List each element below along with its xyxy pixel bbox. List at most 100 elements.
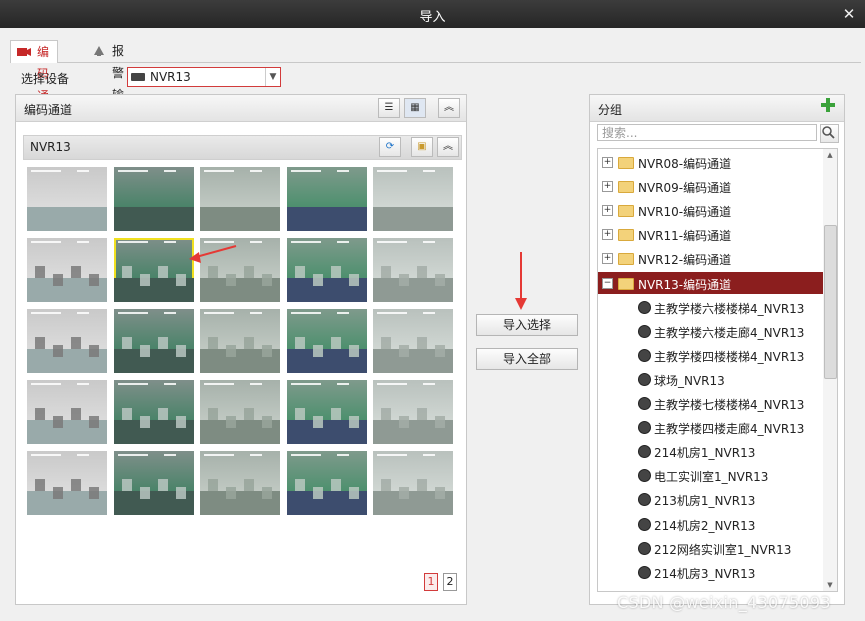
chevron-down-icon[interactable]: ▼ (265, 68, 280, 86)
thumbnail-figure (330, 337, 341, 349)
channel-thumbnail[interactable] (286, 309, 367, 373)
close-icon[interactable]: ✕ (839, 4, 859, 24)
thumbnail-camera-label (163, 241, 176, 243)
tree-camera-item[interactable]: 213机房1_NVR13 (598, 488, 824, 510)
thumbnail-camera-label (163, 312, 176, 314)
thumbnail-figure (417, 408, 427, 420)
tree-group[interactable]: + NVR10-编码通道 (598, 199, 824, 221)
channel-thumbnail[interactable] (27, 238, 107, 302)
channel-thumbnail[interactable] (113, 309, 194, 373)
camera-dome-icon (638, 541, 651, 555)
scroll-up-icon[interactable]: ▲ (823, 149, 837, 161)
thumbnail-figure (53, 416, 63, 428)
channel-thumbnail[interactable] (200, 451, 280, 515)
thumbnail-figure (208, 337, 218, 349)
expand-toggle-icon[interactable]: + (602, 181, 613, 193)
collapse-icon[interactable]: ︽ (438, 98, 460, 118)
group-search-input[interactable]: 搜索... (597, 124, 817, 141)
channel-thumbnail[interactable] (373, 451, 453, 515)
refresh-icon[interactable]: ⟳ (379, 137, 401, 157)
camera-dome-icon (638, 397, 651, 410)
tab-alarm-input[interactable]: 报警输入 (86, 40, 132, 124)
channel-thumbnail[interactable] (200, 380, 280, 444)
tree-group-expanded[interactable]: − NVR13-编码通道 (598, 271, 824, 294)
scrollbar-thumb[interactable] (824, 225, 837, 379)
camera-dome-icon (638, 421, 651, 435)
tree-camera-item[interactable]: 主教学楼六楼走廊4_NVR13 (598, 320, 824, 342)
channel-thumbnail[interactable] (373, 309, 453, 373)
thumbnail-camera-label (336, 170, 349, 172)
channel-thumbnail[interactable] (286, 167, 367, 231)
camera-dome-icon (638, 348, 651, 362)
tree-camera-item[interactable]: 球场_NVR13 (598, 368, 824, 390)
import-all-button[interactable]: 导入全部 (476, 348, 578, 370)
tree-camera-label: 主教学楼四楼走廊4_NVR13 (654, 422, 805, 437)
channel-thumbnail[interactable] (373, 167, 453, 231)
tree-scrollbar[interactable]: ▲ ▼ (823, 148, 838, 592)
thumbnail-timestamp (204, 383, 234, 385)
expand-toggle-icon[interactable]: + (602, 229, 613, 241)
collapse-device-icon[interactable]: ︽ (437, 137, 459, 157)
channel-thumbnail[interactable] (286, 451, 367, 515)
folder-icon (618, 181, 634, 194)
thumbnail-camera-label (250, 170, 262, 172)
channel-thumbnail[interactable] (286, 238, 367, 302)
channel-thumbnail[interactable] (200, 238, 280, 302)
tree-camera-item[interactable]: 主教学楼六楼楼梯4_NVR13 (598, 296, 824, 318)
thumbnail-figure (53, 487, 63, 499)
thumbnail-timestamp (31, 383, 61, 385)
channel-thumbnail[interactable] (200, 167, 280, 231)
collapse-toggle-icon[interactable]: − (602, 277, 613, 289)
channel-thumbnail[interactable] (113, 167, 194, 231)
thumbnail-camera-label (163, 454, 176, 456)
tree-group[interactable]: + NVR11-编码通道 (598, 223, 824, 245)
channel-thumbnail[interactable] (286, 380, 367, 444)
tree-camera-item[interactable]: 电工实训室1_NVR13 (598, 464, 824, 486)
add-folder-icon[interactable]: ▣ (411, 137, 433, 157)
thumbnail-camera-label (250, 383, 262, 385)
channel-thumbnail[interactable] (27, 451, 107, 515)
scroll-down-icon[interactable]: ▼ (823, 579, 837, 591)
tree-camera-item[interactable]: 214机房3_NVR13 (598, 561, 824, 583)
tree-camera-item[interactable]: 主教学楼四楼走廊4_NVR13 (598, 416, 824, 438)
tree-group[interactable]: + NVR09-编码通道 (598, 175, 824, 197)
add-group-icon[interactable] (820, 97, 836, 113)
thumbnail-figure (330, 408, 341, 420)
tree-camera-label: 主教学楼六楼楼梯4_NVR13 (654, 301, 805, 316)
tree-group[interactable]: + NVR12-编码通道 (598, 247, 824, 269)
page-1-button[interactable]: 1 (424, 573, 438, 591)
channel-thumbnail[interactable] (27, 167, 107, 231)
channel-thumbnail-selected[interactable] (113, 238, 194, 302)
expand-toggle-icon[interactable]: + (602, 253, 613, 265)
channel-thumbnail[interactable] (113, 380, 194, 444)
page-2-button[interactable]: 2 (443, 573, 457, 591)
channel-thumbnail[interactable] (27, 309, 107, 373)
tree-camera-item[interactable]: 主教学楼七楼楼梯4_NVR13 (598, 392, 824, 414)
thumbnail-figure (35, 479, 45, 491)
thumbnail-camera-label (336, 454, 349, 456)
tree-camera-item[interactable]: 212网络实训室1_NVR13 (598, 537, 824, 559)
device-select[interactable]: NVR13 ▼ (127, 67, 281, 87)
tree-camera-item[interactable]: 主教学楼四楼楼梯4_NVR13 (598, 344, 824, 366)
channel-thumbnail[interactable] (27, 380, 107, 444)
list-view-icon[interactable]: ☰ (378, 98, 400, 118)
search-icon[interactable] (820, 124, 839, 143)
channel-thumbnail[interactable] (373, 380, 453, 444)
import-selected-button[interactable]: 导入选择 (476, 314, 578, 336)
tree-camera-item[interactable]: 214机房2_NVR13 (598, 513, 824, 535)
thumbnail-camera-label (163, 383, 176, 385)
grid-view-icon[interactable]: ▦ (404, 98, 426, 118)
tab-encoding-channels[interactable]: 编码通道 (10, 40, 59, 125)
channel-thumbnail[interactable] (200, 309, 280, 373)
expand-toggle-icon[interactable]: + (602, 157, 613, 168)
expand-toggle-icon[interactable]: + (602, 205, 613, 217)
channel-thumbnail[interactable] (113, 451, 194, 515)
thumbnail-camera-label (77, 454, 89, 456)
thumbnail-floor (286, 206, 367, 231)
tree-camera-item[interactable]: 214机房1_NVR13 (598, 440, 824, 462)
thumbnail-figure (381, 266, 391, 278)
channel-thumbnail[interactable] (373, 238, 453, 302)
tree-group[interactable]: + NVR08-编码通道 (598, 151, 824, 173)
tree-group-label: NVR08-编码通道 (638, 157, 732, 171)
thumbnail-figure (208, 408, 218, 420)
